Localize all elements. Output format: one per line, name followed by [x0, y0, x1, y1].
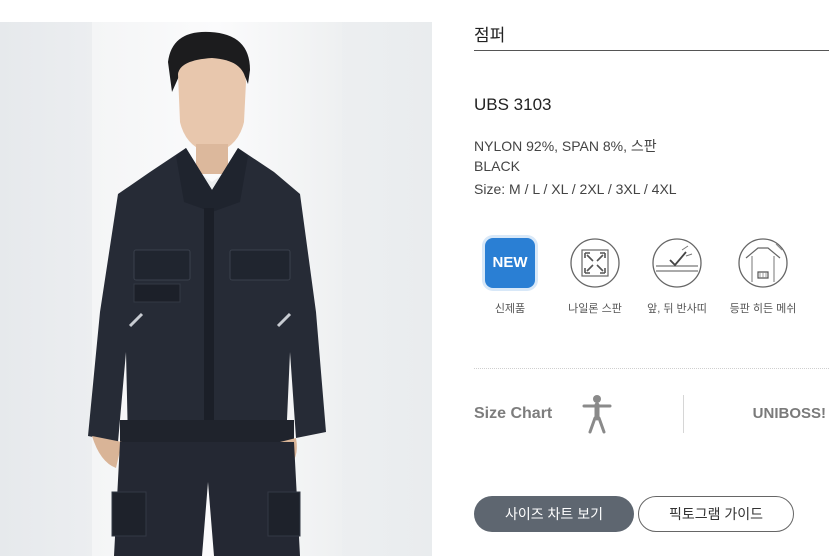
product-category: 점퍼: [474, 26, 506, 45]
brand-name: UNIBOSS!: [752, 405, 826, 422]
product-sizes: Size: M / L / XL / 2XL / 3XL / 4XL: [474, 181, 677, 197]
feature-label: 등판 히든 메쉬: [729, 303, 797, 315]
pictogram-guide-button[interactable]: 픽토그램 가이드: [638, 496, 794, 532]
person-icon: [582, 395, 612, 434]
feature-stretch: 나일론 스판: [555, 238, 635, 316]
feature-icons: NEW 신제품 나일론 스판 앞, 뒤 반사띠 등판 히든 메쉬: [474, 238, 829, 318]
product-model: UBS 3103: [474, 95, 552, 114]
size-chart-button[interactable]: 사이즈 차트 보기: [474, 496, 634, 532]
feature-back-mesh: 등판 히든 메쉬: [723, 238, 803, 316]
feature-label: 신제품: [494, 303, 526, 315]
reflective-check-icon: [652, 238, 702, 288]
vertical-separator: [683, 395, 684, 433]
category-underline: [474, 50, 829, 51]
back-mesh-icon: [738, 238, 788, 288]
section-divider: [474, 368, 829, 369]
feature-reflective: 앞, 뒤 반사띠: [637, 238, 717, 316]
new-badge-icon: NEW: [485, 238, 535, 288]
stretch-arrows-icon: [570, 238, 620, 288]
product-color: BLACK: [474, 158, 520, 174]
product-material: NYLON 92%, SPAN 8%, 스판: [474, 138, 657, 154]
size-chart-label: Size Chart: [474, 405, 553, 422]
feature-label: 나일론 스판: [568, 303, 622, 315]
feature-new: NEW 신제품: [470, 238, 550, 316]
feature-label: 앞, 뒤 반사띠: [647, 303, 707, 315]
model-figure: [88, 31, 326, 556]
product-photo: [0, 22, 432, 556]
product-info-panel: 점퍼 UBS 3103 NYLON 92%, SPAN 8%, 스판 BLACK…: [474, 0, 829, 556]
